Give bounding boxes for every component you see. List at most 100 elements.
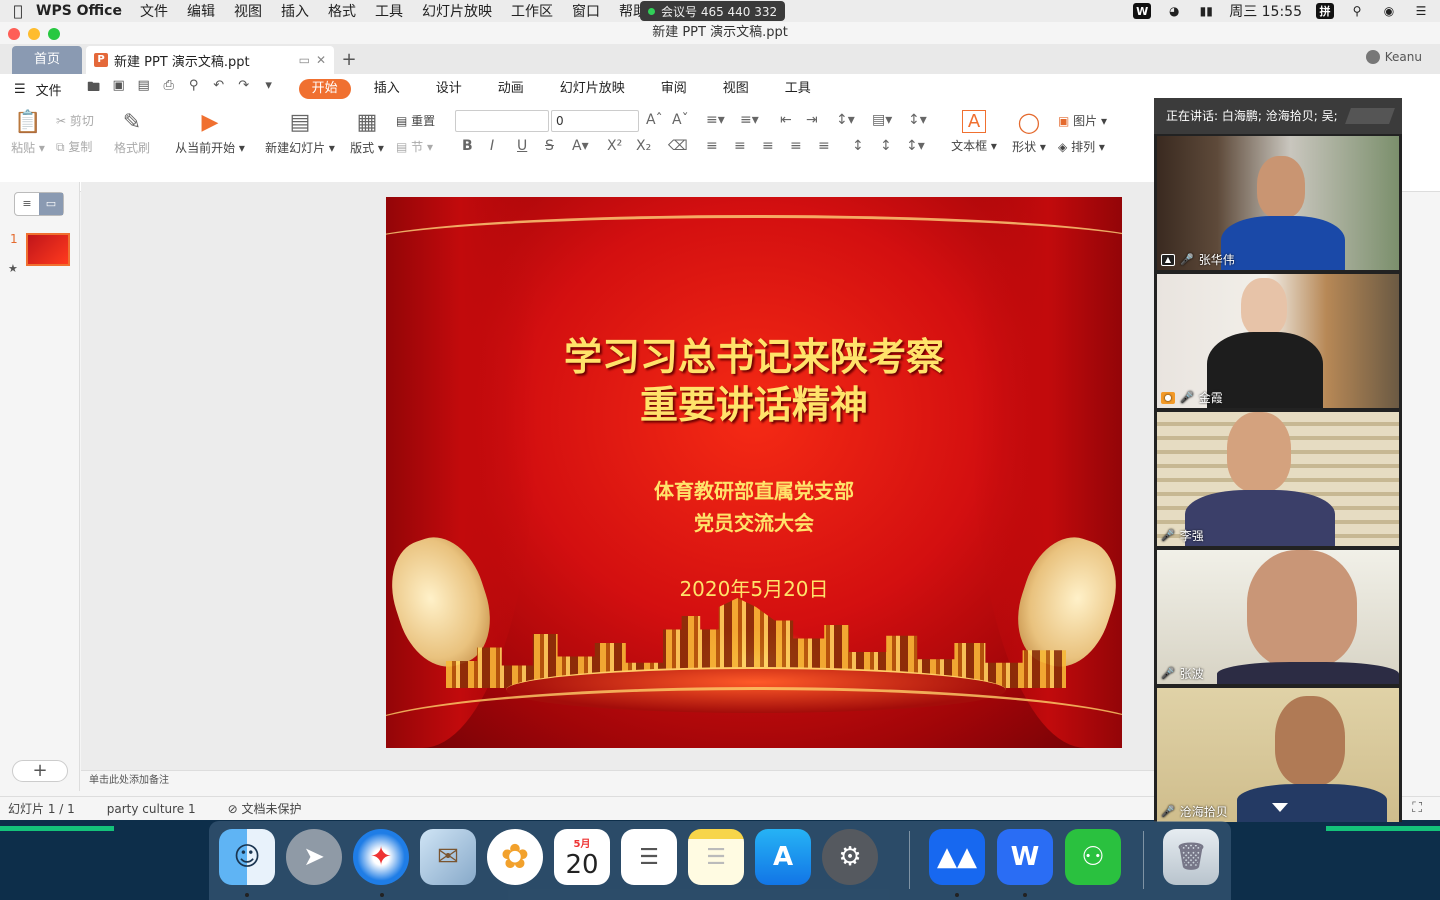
- expand-panel-icon[interactable]: [1272, 803, 1288, 812]
- font-size-select[interactable]: 0: [551, 110, 639, 132]
- tab-animation[interactable]: 动画: [485, 79, 537, 99]
- slide-title-line2[interactable]: 重要讲话精神: [386, 381, 1122, 429]
- reminders-icon[interactable]: ☰: [621, 829, 677, 885]
- section-button[interactable]: ▤ 节 ▾: [396, 138, 433, 155]
- paste-button[interactable]: 📋 粘贴 ▾: [10, 110, 46, 156]
- tab-view[interactable]: 视图: [710, 79, 762, 99]
- align-center-icon[interactable]: ≡: [734, 138, 746, 154]
- layout-button[interactable]: ▦ 版式 ▾: [348, 110, 386, 156]
- trash-icon[interactable]: 🗑: [1163, 829, 1219, 885]
- customize-toolbar-icon[interactable]: ▾: [261, 78, 277, 100]
- superscript-icon[interactable]: X²: [607, 138, 622, 154]
- participant-tile[interactable]: 🎤 沧海拾贝: [1157, 688, 1399, 822]
- open-folder-icon[interactable]: 🖿: [86, 78, 102, 100]
- increase-indent-icon[interactable]: ⇥: [806, 112, 818, 128]
- zoom-window-button[interactable]: [48, 28, 60, 40]
- undo-icon[interactable]: ↶: [211, 78, 227, 100]
- arrange-button[interactable]: ◈ 排列 ▾: [1058, 138, 1105, 155]
- export-pdf-icon[interactable]: ▤: [136, 78, 152, 100]
- participant-tile[interactable]: ● 🎤 金霞: [1157, 274, 1399, 408]
- wifi-icon[interactable]: ◕: [1165, 3, 1183, 19]
- align-right-icon[interactable]: ≡: [762, 138, 774, 154]
- clock[interactable]: 周三 15:55: [1229, 1, 1302, 21]
- slide[interactable]: 学习习总书记来陕考察 重要讲话精神 体育教研部直属党支部 党员交流大会 2020…: [386, 197, 1122, 748]
- slide-canvas[interactable]: 学习习总书记来陕考察 重要讲话精神 体育教研部直属党支部 党员交流大会 2020…: [81, 182, 1156, 770]
- font-family-select[interactable]: [455, 110, 549, 132]
- app-name-menu[interactable]: WPS Office: [36, 3, 122, 19]
- fit-window-icon[interactable]: ⛶: [1412, 800, 1422, 816]
- slide-thumbnail[interactable]: [26, 233, 70, 266]
- distribute-icon[interactable]: ≡: [818, 138, 830, 154]
- paragraph-spacing-icon[interactable]: ↕: [880, 138, 892, 154]
- increase-font-icon[interactable]: Aˆ: [646, 112, 663, 128]
- new-tab-button[interactable]: +: [334, 46, 364, 74]
- slide-title-line1[interactable]: 学习习总书记来陕考察: [386, 333, 1122, 381]
- finder-icon[interactable]: ☺: [219, 829, 275, 885]
- tab-design[interactable]: 设计: [423, 79, 475, 99]
- input-method-icon[interactable]: 拼: [1316, 3, 1334, 19]
- launchpad-icon[interactable]: ➤: [286, 829, 342, 885]
- picture-button[interactable]: ▣ 图片 ▾: [1058, 112, 1107, 129]
- close-window-button[interactable]: [8, 28, 20, 40]
- align-left-icon[interactable]: ≡: [706, 138, 718, 154]
- microphone-icon[interactable]: 🎤: [1161, 667, 1175, 680]
- microphone-icon[interactable]: 🎤: [1180, 253, 1194, 266]
- text-align-box-icon[interactable]: ▤▾: [872, 112, 892, 128]
- reset-button[interactable]: ▤ 重置: [396, 112, 435, 129]
- menu-edit[interactable]: 编辑: [187, 1, 215, 21]
- notification-center-icon[interactable]: ☰: [1412, 3, 1430, 19]
- spotlight-search-icon[interactable]: ⚲: [1348, 3, 1366, 19]
- menu-insert[interactable]: 插入: [281, 1, 309, 21]
- tencent-meeting-icon[interactable]: ▲▲: [929, 829, 985, 885]
- document-protection[interactable]: ⊘ 文档未保护: [228, 800, 302, 817]
- participant-tile[interactable]: ▲ 🎤 张华伟: [1157, 136, 1399, 270]
- menu-workspace[interactable]: 工作区: [511, 1, 553, 21]
- strikethrough-icon[interactable]: S: [545, 138, 554, 154]
- paragraph-options-icon[interactable]: ↕▾: [906, 138, 925, 154]
- notes-field[interactable]: 单击此处添加备注: [81, 770, 1156, 791]
- numbered-list-icon[interactable]: ≡▾: [740, 112, 759, 128]
- participant-tile[interactable]: 🎤 李强: [1157, 412, 1399, 546]
- text-direction-icon[interactable]: ↕▾: [836, 112, 855, 128]
- menu-tools[interactable]: 工具: [375, 1, 403, 21]
- tab-home[interactable]: 首页: [12, 46, 82, 74]
- calendar-icon[interactable]: 5月 20: [554, 829, 610, 885]
- notes-icon[interactable]: ☰: [688, 829, 744, 885]
- new-slide-button[interactable]: ▤ 新建幻灯片 ▾: [262, 110, 338, 156]
- participant-tile[interactable]: 🎤 张波: [1157, 550, 1399, 684]
- italic-icon[interactable]: I: [490, 138, 494, 154]
- decrease-indent-icon[interactable]: ⇤: [780, 112, 792, 128]
- menu-format[interactable]: 格式: [328, 1, 356, 21]
- menu-view[interactable]: 视图: [234, 1, 262, 21]
- mail-icon[interactable]: ✉: [420, 829, 476, 885]
- app-store-icon[interactable]: A: [755, 829, 811, 885]
- textbox-button[interactable]: A 文本框 ▾: [950, 110, 998, 154]
- tab-tools[interactable]: 工具: [772, 79, 824, 99]
- minimize-window-button[interactable]: [28, 28, 40, 40]
- tab-close-icon[interactable]: ✕: [316, 53, 326, 67]
- cut-button[interactable]: ✂ 剪切: [56, 112, 94, 129]
- menu-window[interactable]: 窗口: [572, 1, 600, 21]
- tab-popout-icon[interactable]: ▭: [299, 53, 310, 67]
- font-color-icon[interactable]: A▾: [572, 138, 589, 154]
- play-from-current-button[interactable]: ▶ 从当前开始 ▾: [172, 110, 248, 156]
- wps-office-icon[interactable]: W: [997, 829, 1053, 885]
- meeting-indicator[interactable]: 会议号 465 440 332: [640, 1, 786, 21]
- battery-icon[interactable]: ▮▮: [1197, 3, 1215, 19]
- wechat-icon[interactable]: ⚇: [1065, 829, 1121, 885]
- photos-icon[interactable]: ✿: [487, 829, 543, 885]
- tab-insert[interactable]: 插入: [361, 79, 413, 99]
- file-menu-button[interactable]: ☰ 文件: [14, 80, 62, 99]
- safari-icon[interactable]: ✦: [353, 829, 409, 885]
- microphone-icon[interactable]: 🎤: [1180, 391, 1194, 404]
- user-account[interactable]: Keanu: [1365, 50, 1422, 64]
- slide-subtitle-line1[interactable]: 体育教研部直属党支部: [386, 475, 1122, 507]
- bullet-list-icon[interactable]: ≡▾: [706, 112, 725, 128]
- save-icon[interactable]: ▣: [111, 78, 127, 100]
- siri-icon[interactable]: ◉: [1380, 3, 1398, 19]
- wps-status-icon[interactable]: W: [1133, 3, 1152, 19]
- tab-home-ribbon[interactable]: 开始: [298, 79, 351, 99]
- decrease-font-icon[interactable]: Aˇ: [672, 112, 689, 128]
- line-spacing-top-icon[interactable]: ↕▾: [908, 112, 927, 128]
- redo-icon[interactable]: ↷: [236, 78, 252, 100]
